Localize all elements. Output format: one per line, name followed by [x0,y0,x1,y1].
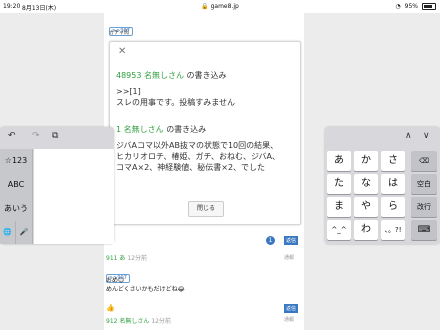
abc-key[interactable]: ABC [0,173,33,197]
right-keyboard: ∧ ∨ あ か さ ⌫ た な は 空白 ま や ら 改行 ^_^ わ 、。?!… [325,127,440,244]
post-912-time: 12分前 [151,318,171,325]
key-ma[interactable]: ま [327,197,351,217]
key-ta[interactable]: た [327,174,351,194]
keyboard-icon[interactable]: ⌨ [411,220,437,240]
mic-icon[interactable]: 🎤 [16,221,33,244]
post2-line: ジバAコマ以外AB抜マの状態で10回の結果、 [116,141,279,150]
chevron-down-icon[interactable]: ∨ [423,131,430,141]
key-ha[interactable]: は [381,174,405,194]
post2-line: ヒカリオロチ、椿姫、ガチ、おねむ、ジバA、 [116,152,281,161]
reply-button[interactable]: 返信 [284,304,299,313]
top-snippet: ガチャ周 [109,30,129,36]
key-a[interactable]: あ [327,151,351,171]
post-912-number[interactable]: 912 [106,318,117,325]
redo-icon[interactable]: ↷ [32,131,40,141]
post2-suffix: の書き込み [166,125,207,134]
keyboard-blank-key[interactable] [34,149,114,173]
url-bar[interactable]: 🔒 game8.jp [0,3,440,10]
backspace-icon[interactable]: ⌫ [411,151,437,171]
key-sa[interactable]: さ [381,151,405,171]
status-indicators: ◔ 95% [395,3,436,10]
reply-count-badge[interactable]: 1 [266,236,275,245]
keyboard-toolbar: ∧ ∨ [325,127,440,149]
key-na[interactable]: な [354,174,378,194]
return-key[interactable]: 改行 [411,197,437,217]
post2-number[interactable]: 1 [116,125,121,134]
post-911-number[interactable]: 911 [106,255,117,262]
key-ra[interactable]: ら [381,197,405,217]
post1-suffix: の書き込み [186,71,227,80]
key-ka[interactable]: か [354,151,378,171]
paste-icon[interactable]: ⧉ [52,131,58,141]
close-icon[interactable]: ✕ [118,46,126,57]
report-link[interactable]: 通報 [284,316,294,323]
post-911-text: おめ😊 [106,277,125,284]
keyboard-blank-key[interactable] [34,173,114,197]
numbers-key[interactable]: ☆123 [0,149,33,173]
comment-list: 1 返信 911 あ 12分前 通報 >>907 おめ😊 めんどくさいかもだけど… [106,228,302,325]
post1-number[interactable]: 48953 [116,71,141,80]
keyboard-toolbar: ↶ ↷ ⧉ [0,127,114,149]
key-wa[interactable]: わ [354,220,378,240]
key-punctuation[interactable]: 、。?! [381,220,405,240]
status-bar: 19:20 8月13日(木) 🔒 game8.jp ◔ 95% [0,0,440,13]
undo-icon[interactable]: ↶ [8,131,16,141]
post2-name: 名無しさん [123,125,164,134]
like-icon[interactable]: 👍 [106,304,115,312]
globe-icon[interactable]: 🌐 [0,221,16,244]
keyboard-blank-key[interactable] [34,221,114,244]
list-item: 911 あ 12分前 通報 >>907 おめ😊 めんどくさいかもだけどね😂 [106,248,302,302]
post2-line: コマA×2、神経験値、秘伝書×2、でした [116,163,266,172]
space-key[interactable]: 空白 [411,174,437,194]
battery-icon [422,3,436,10]
post2-body: ジバAコマ以外AB抜マの状態で10回の結果、 ヒカリオロチ、椿姫、ガチ、おねむ、… [116,140,280,173]
keyboard-blank-key[interactable] [34,197,114,221]
url-text: game8.jp [210,3,239,10]
post-911-name: あ [119,255,126,262]
post1-line: スレの用事です。投稿すみません [116,98,235,107]
post1-line[interactable]: >>[1] [116,86,235,97]
left-keyboard: ↶ ↷ ⧉ ☆123 ABC あいう 🌐 🎤 [0,127,114,244]
post2-header: 1 名無しさん の書き込み [116,124,206,135]
kana-key[interactable]: あいう [0,197,33,221]
list-item: 👍 返信 912 名無しさん 12分前 通報 [106,302,302,325]
post1-header: 48953 名無しさん の書き込み [116,70,227,81]
post-modal: ✕ 48953 名無しさん の書き込み >>[1] スレの用事です。投稿すみませ… [109,41,301,225]
post-911-text: めんどくさいかもだけどね😂 [106,286,185,293]
post1-name: 名無しさん [144,71,184,80]
key-emoticon[interactable]: ^_^ [327,220,351,240]
post-911-header: 911 あ 12分前 [106,253,147,262]
post1-body: >>[1] スレの用事です。投稿すみません [116,86,235,108]
battery-percent: 95% [404,3,418,10]
report-link[interactable]: 通報 [284,254,294,261]
wifi-icon: ◔ [395,3,401,10]
post-912-name: 名無しさん [119,318,150,325]
reply-button[interactable]: 返信 [284,236,299,245]
chevron-up-icon[interactable]: ∧ [405,131,412,141]
post-912-header: 912 名無しさん 12分前 [106,316,171,325]
list-item: 1 返信 [106,228,302,248]
close-button[interactable]: 閉じる [188,201,224,217]
key-ya[interactable]: や [354,197,378,217]
post-911-time: 12分前 [127,255,147,262]
